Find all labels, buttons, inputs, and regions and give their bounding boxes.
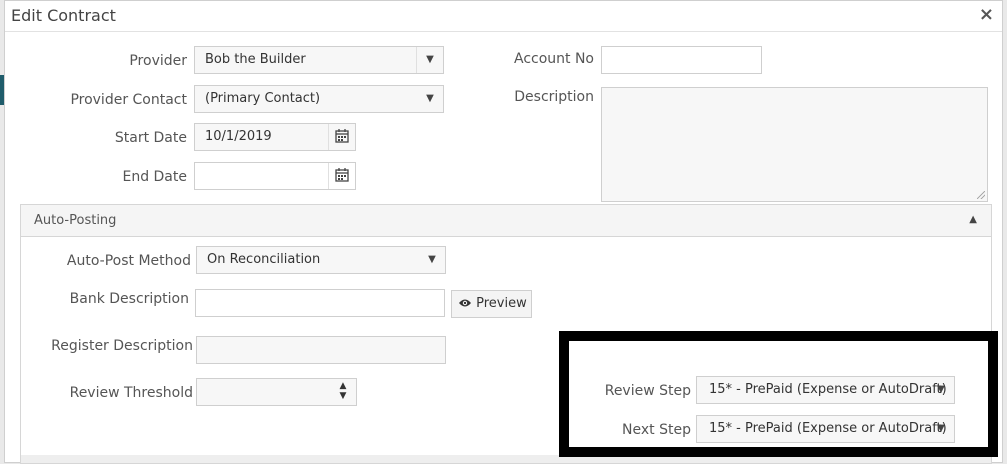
start-date-label: Start Date <box>114 130 187 146</box>
provider-select[interactable]: Bob the Builder ▼ <box>194 46 444 74</box>
description-textarea[interactable] <box>601 87 988 202</box>
eye-icon <box>459 299 471 307</box>
caret-down-icon: ▼ <box>426 93 434 104</box>
calendar-icon[interactable] <box>328 163 355 189</box>
next-step-select[interactable]: 15* - PrePaid (Expense or AutoDraft) ▼ <box>696 415 955 443</box>
provider-contact-select[interactable]: (Primary Contact) ▼ <box>194 85 444 113</box>
account-no-label: Account No <box>513 51 594 67</box>
end-date-label: End Date <box>122 169 187 185</box>
dialog-title: Edit Contract <box>11 6 116 25</box>
register-description-input[interactable] <box>196 336 446 364</box>
register-description-label: Register Description <box>51 338 193 354</box>
auto-posting-header[interactable]: Auto-Posting ▲ <box>21 205 991 237</box>
bank-description-label: Bank Description <box>69 291 189 307</box>
bank-description-input[interactable] <box>195 289 445 317</box>
caret-down-icon: ▼ <box>416 47 443 73</box>
auto-posting-title: Auto-Posting <box>34 213 117 228</box>
next-step-label: Next Step <box>622 422 691 438</box>
caret-up-icon[interactable]: ▲ <box>969 214 977 225</box>
calendar-icon[interactable] <box>328 124 355 150</box>
close-icon[interactable]: × <box>979 5 994 25</box>
review-step-value: 15* - PrePaid (Expense or AutoDraft) <box>709 382 947 397</box>
end-date-input[interactable] <box>194 162 356 190</box>
start-date-value: 10/1/2019 <box>205 129 272 144</box>
provider-value: Bob the Builder <box>205 52 306 67</box>
description-label: Description <box>514 89 594 105</box>
resize-grip-icon[interactable] <box>977 191 985 199</box>
preview-label: Preview <box>476 296 527 311</box>
provider-label: Provider <box>129 53 187 69</box>
review-step-select[interactable]: 15* - PrePaid (Expense or AutoDraft) ▼ <box>696 376 955 404</box>
caret-down-icon: ▼ <box>428 254 436 265</box>
review-threshold-label: Review Threshold <box>69 385 193 401</box>
review-threshold-input[interactable]: ▲ ▼ <box>196 378 357 406</box>
auto-post-method-value: On Reconciliation <box>207 252 321 267</box>
auto-post-method-label: Auto-Post Method <box>66 253 191 269</box>
caret-down-icon: ▼ <box>937 384 945 395</box>
start-date-input[interactable]: 10/1/2019 <box>194 123 356 151</box>
account-no-input[interactable] <box>601 46 762 74</box>
next-step-value: 15* - PrePaid (Expense or AutoDraft) <box>709 421 947 436</box>
dialog-header: Edit Contract × <box>5 1 1002 32</box>
provider-contact-label: Provider Contact <box>70 92 187 108</box>
review-step-label: Review Step <box>604 383 691 399</box>
caret-down-icon: ▼ <box>937 423 945 434</box>
highlight-box: Review Step 15* - PrePaid (Expense or Au… <box>559 331 998 457</box>
preview-button[interactable]: Preview <box>451 290 532 318</box>
provider-contact-value: (Primary Contact) <box>205 91 321 106</box>
spinner-arrows-icon[interactable]: ▲ ▼ <box>330 379 356 405</box>
auto-post-method-select[interactable]: On Reconciliation ▼ <box>196 246 446 274</box>
